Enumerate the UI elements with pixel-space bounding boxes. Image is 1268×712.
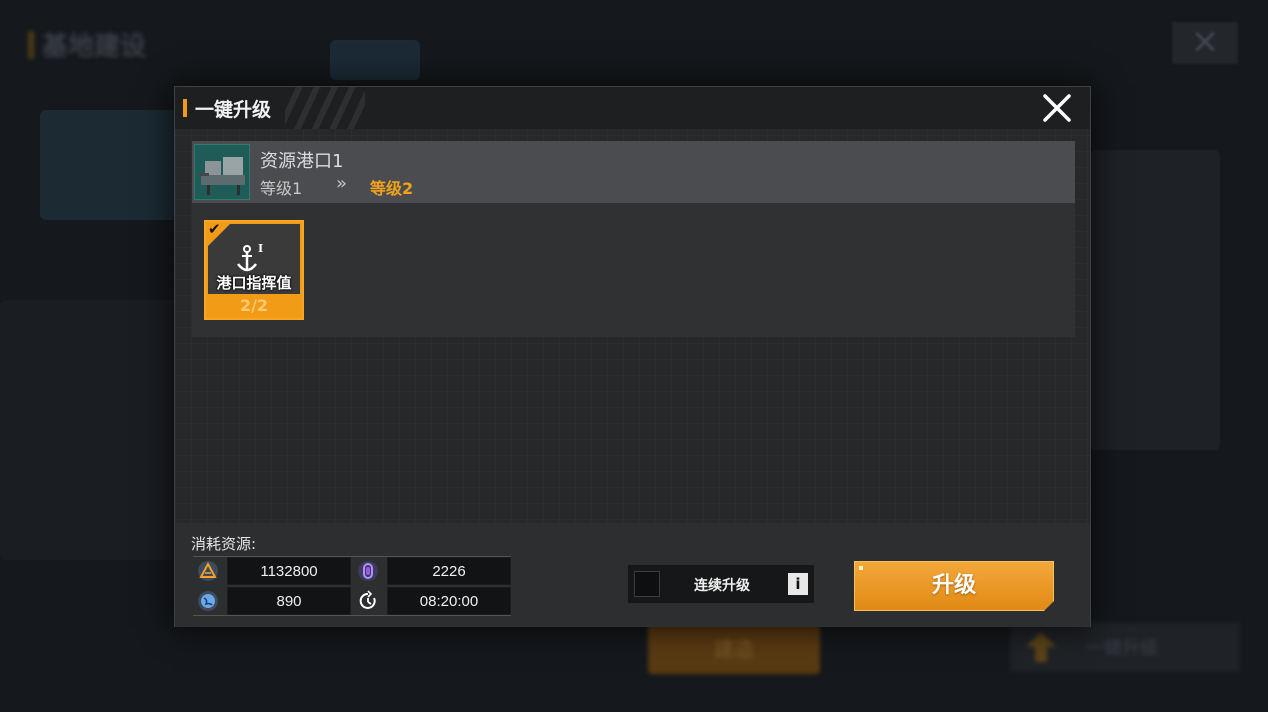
continuous-upgrade-checkbox[interactable]	[634, 571, 660, 597]
background-build-button: 建造	[648, 624, 820, 674]
requirement-card-port-command[interactable]: ✔ I 港口指挥值 2/2	[204, 220, 304, 320]
check-icon: ✔	[208, 220, 221, 238]
resource-port-thumbnail	[194, 144, 250, 200]
background-crane	[330, 40, 420, 80]
dialog-footer: 消耗资源: 1132800 2226 890 08:20:00 连续升级 i 升…	[175, 523, 1090, 627]
crystal-icon	[358, 561, 378, 581]
dialog-title: 一键升级	[195, 99, 272, 121]
dialog-header: 一键升级	[175, 87, 1090, 129]
upgrade-button-label: 升级	[931, 573, 976, 598]
cost-value-gold: 1132800	[227, 557, 351, 585]
background-structure	[0, 300, 180, 560]
level-arrow-icon: »	[336, 173, 347, 194]
background-close-icon: ✕	[1172, 22, 1238, 64]
background-page-title: 基地建设	[28, 26, 146, 63]
cost-label: 消耗资源:	[191, 535, 257, 553]
current-level: 等级1	[260, 179, 303, 198]
requirements-panel: ✔ I 港口指挥值 2/2	[192, 203, 1075, 337]
cost-divider-bottom	[193, 615, 511, 616]
one-click-upgrade-dialog: 一键升级 资源港口1 等级1 » 等级2 ✔ I 港口指挥值 2/2 消耗资源:…	[174, 86, 1091, 627]
building-name: 资源港口1	[260, 151, 344, 172]
warning-triangle-icon	[198, 561, 218, 581]
close-icon[interactable]	[1040, 91, 1074, 125]
header-stripes	[285, 87, 365, 129]
background-building	[1090, 150, 1220, 450]
target-level: 等级2	[370, 179, 414, 198]
continuous-upgrade-label: 连续升级	[694, 578, 750, 594]
close-icon-glyph	[1043, 94, 1071, 122]
continuous-upgrade-toggle: 连续升级 i	[628, 565, 814, 603]
building-info-row: 资源港口1 等级1 » 等级2	[192, 141, 1075, 203]
timer-icon	[358, 590, 378, 611]
title-accent-bar	[183, 99, 187, 117]
cost-value-time: 08:20:00	[387, 587, 511, 615]
svg-text:I: I	[258, 242, 263, 255]
cost-value-globe: 890	[227, 587, 351, 615]
info-icon[interactable]: i	[788, 573, 808, 595]
requirement-label: 港口指挥值	[216, 274, 292, 292]
background-one-click-upgrade-button: 一键升级	[1010, 622, 1240, 672]
requirement-count: 2/2	[239, 296, 269, 315]
upgrade-button[interactable]: 升级	[854, 561, 1054, 611]
cost-divider-top	[193, 556, 511, 557]
globe-icon	[198, 591, 218, 611]
cost-value-crystal: 2226	[387, 557, 511, 585]
background-arrow-up-icon	[1026, 632, 1056, 662]
